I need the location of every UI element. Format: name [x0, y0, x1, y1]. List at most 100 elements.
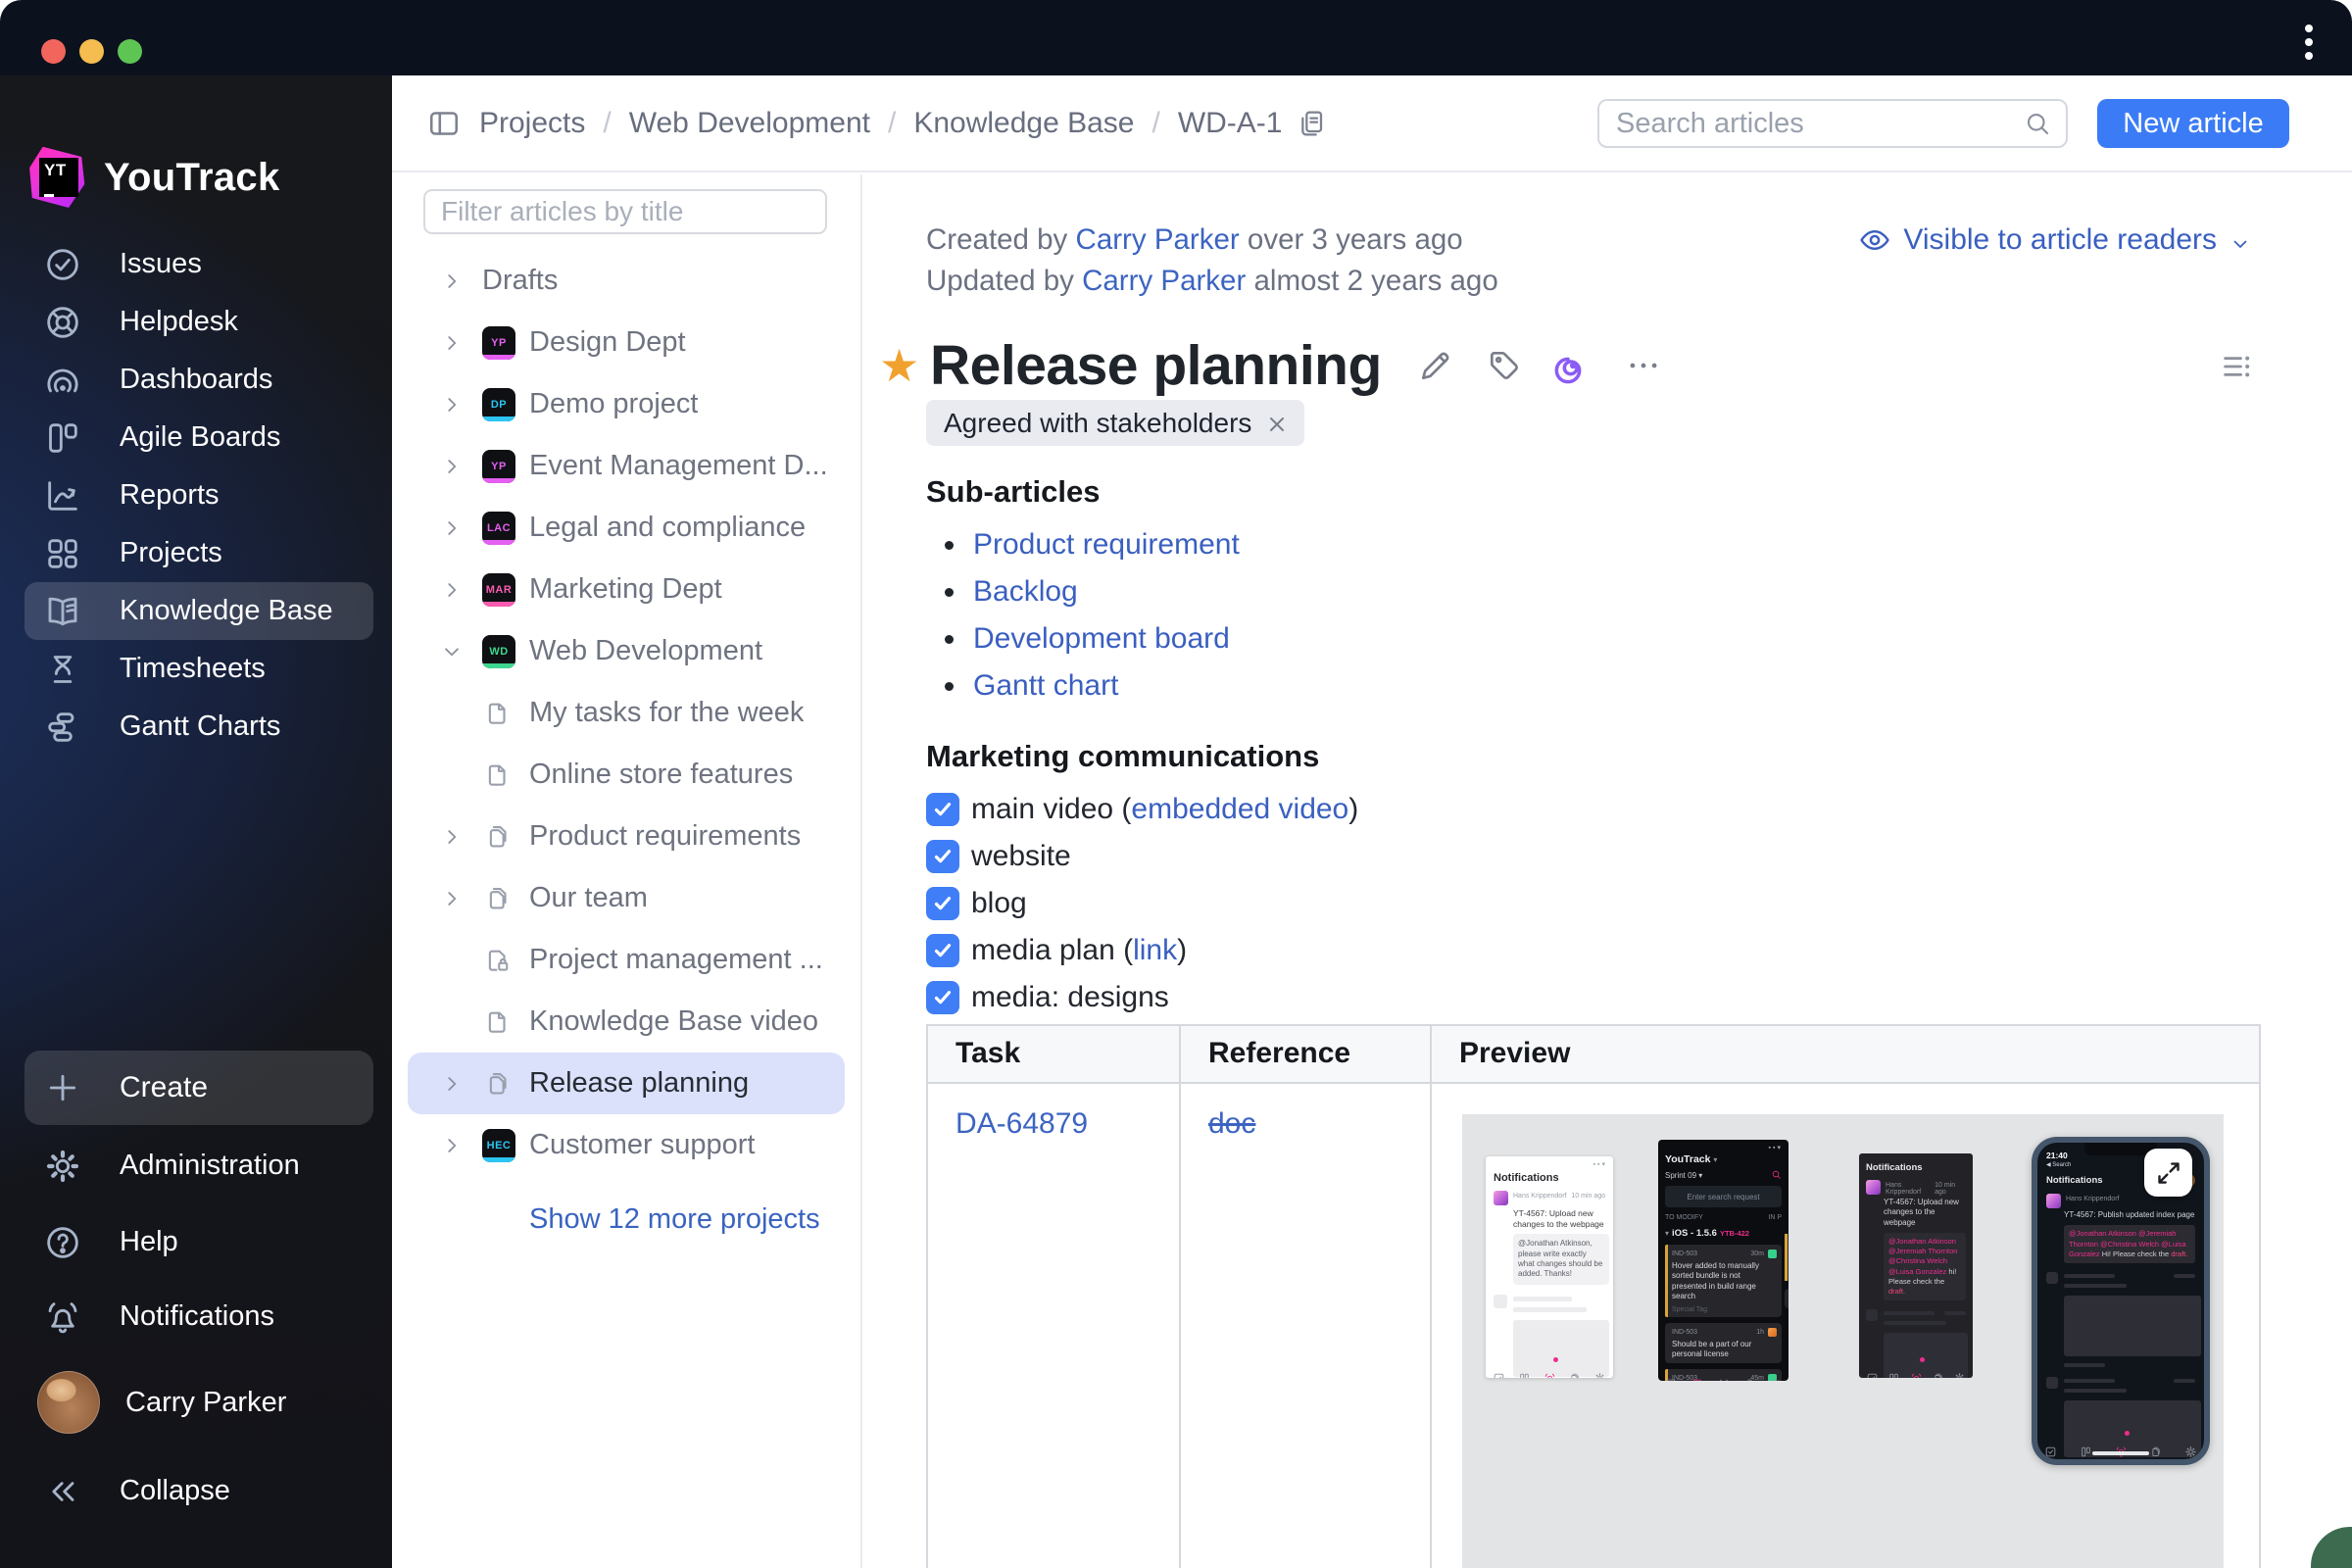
zoom-window-button[interactable]: [118, 39, 142, 64]
chevron-right-icon[interactable]: [439, 824, 465, 850]
chevron-down-icon[interactable]: [439, 639, 465, 664]
article-table: Task Reference Preview DA-64879 doc ▪▪▾ Not…: [926, 1024, 2261, 1568]
chevron-right-icon[interactable]: [439, 1133, 465, 1158]
checkbox-checked[interactable]: [926, 840, 959, 873]
subarticle-link[interactable]: Development board: [973, 622, 1230, 656]
agile-boards-icon: [43, 418, 82, 458]
table-of-contents-icon[interactable]: [2219, 347, 2258, 386]
sidebar-item-administration[interactable]: Administration: [0, 1137, 392, 1195]
remove-tag-icon[interactable]: [1265, 412, 1289, 435]
app-title: YouTrack: [104, 155, 280, 199]
task-link[interactable]: DA-64879: [956, 1107, 1088, 1140]
chevron-right-icon[interactable]: [439, 515, 465, 541]
search-input[interactable]: [1599, 107, 2023, 140]
chevron-right-icon[interactable]: [439, 330, 465, 356]
avatar: [37, 1371, 100, 1434]
breadcrumb-item[interactable]: Projects: [479, 107, 585, 140]
checkbox-checked[interactable]: [926, 934, 959, 967]
tag-pill[interactable]: Agreed with stakeholders: [926, 400, 1305, 446]
sidebar-item-knowledge-base[interactable]: Knowledge Base: [24, 582, 373, 640]
sidebar-item-label: Administration: [120, 1150, 300, 1181]
breadcrumb-separator: /: [1152, 106, 1160, 139]
panel-toggle-icon[interactable]: [426, 106, 462, 141]
search-icon[interactable]: [2023, 109, 2052, 138]
expand-preview-button[interactable]: [2144, 1149, 2192, 1197]
articles-icon: [482, 884, 529, 913]
checklist-label: media plan (link): [971, 934, 1188, 966]
marketing-heading: Marketing communications: [926, 739, 1320, 773]
chevron-right-icon[interactable]: [439, 454, 465, 479]
tree-item[interactable]: LAC Legal and compliance: [392, 497, 862, 559]
sidebar-item-reports[interactable]: Reports: [0, 466, 392, 524]
project-badge: YP: [482, 325, 515, 360]
close-window-button[interactable]: [41, 39, 66, 64]
updated-by-user-link[interactable]: Carry Parker: [1082, 265, 1246, 297]
tree-item-label: Design Dept: [529, 326, 686, 358]
create-button[interactable]: Create: [24, 1051, 373, 1125]
subarticle-item: Gantt chart: [926, 662, 2352, 710]
checkbox-checked[interactable]: [926, 887, 959, 920]
tree-item[interactable]: My tasks for the week: [392, 682, 862, 744]
reference-link[interactable]: doc: [1208, 1107, 1255, 1140]
sidebar-item-timesheets[interactable]: Timesheets: [0, 640, 392, 698]
chevron-right-icon[interactable]: [439, 269, 465, 294]
more-actions-icon[interactable]: [1625, 347, 1662, 384]
breadcrumb-item[interactable]: Knowledge Base: [913, 107, 1134, 140]
chevron-slot: [439, 824, 482, 850]
ai-assistant-icon[interactable]: [1554, 346, 1593, 385]
tree-item[interactable]: Online store features: [392, 744, 862, 806]
sidebar-item-label: Reports: [120, 479, 220, 511]
chevron-right-icon[interactable]: [439, 886, 465, 911]
sidebar-item-projects[interactable]: Projects: [0, 524, 392, 582]
subarticle-link[interactable]: Gantt chart: [973, 669, 1118, 703]
window-menu-kebab-icon[interactable]: [2299, 20, 2319, 65]
collapse-sidebar-button[interactable]: Collapse: [0, 1462, 392, 1520]
chevron-right-icon[interactable]: [439, 577, 465, 603]
tree-item[interactable]: Project management ...: [392, 929, 862, 991]
chevron-right-icon[interactable]: [439, 1071, 465, 1097]
checklist-link[interactable]: link: [1133, 934, 1177, 966]
tree-item-label: Marketing Dept: [529, 573, 722, 605]
tree-item[interactable]: Knowledge Base video: [392, 991, 862, 1053]
minimize-window-button[interactable]: [79, 39, 104, 64]
sidebar-item-agile-boards[interactable]: Agile Boards: [0, 409, 392, 466]
article-icon: [482, 699, 529, 728]
tree-item[interactable]: DP Demo project: [392, 373, 862, 435]
breadcrumb-item[interactable]: WD-A-1: [1178, 107, 1283, 140]
sidebar-item-helpdesk[interactable]: Helpdesk: [0, 293, 392, 351]
checkbox-checked[interactable]: [926, 981, 959, 1014]
sidebar-item-gantt-charts[interactable]: Gantt Charts: [0, 698, 392, 756]
subarticle-link[interactable]: Backlog: [973, 575, 1078, 609]
new-article-button[interactable]: New article: [2097, 99, 2289, 148]
tree-item[interactable]: WD Web Development: [392, 620, 862, 682]
created-by-user-link[interactable]: Carry Parker: [1076, 223, 1240, 256]
tree-item[interactable]: Our team: [392, 867, 862, 929]
tree-item[interactable]: HEC Customer support: [392, 1114, 862, 1176]
chevron-right-icon[interactable]: [439, 392, 465, 417]
checklist-link[interactable]: embedded video: [1131, 793, 1348, 825]
checkbox-checked[interactable]: [926, 793, 959, 826]
sidebar-item-issues[interactable]: Issues: [0, 235, 392, 293]
tree-item[interactable]: Release planning: [408, 1053, 845, 1114]
sidebar-item-dashboards[interactable]: Dashboards: [0, 351, 392, 409]
filter-articles-input[interactable]: [425, 196, 825, 227]
tag-icon[interactable]: [1486, 347, 1523, 384]
tree-item[interactable]: MAR Marketing Dept: [392, 559, 862, 620]
tree-item[interactable]: YP Event Management D...: [392, 435, 862, 497]
sidebar-item-notifications[interactable]: Notifications: [0, 1288, 392, 1346]
tree-item[interactable]: YP Design Dept: [392, 312, 862, 373]
breadcrumb-item[interactable]: Web Development: [629, 107, 870, 140]
visibility-dropdown[interactable]: Visible to article readers: [1858, 223, 2252, 257]
projects-icon: [43, 534, 82, 573]
user-profile[interactable]: Carry Parker: [0, 1371, 392, 1434]
subarticle-link[interactable]: Product requirement: [973, 528, 1240, 562]
show-more-projects-link[interactable]: Show 12 more projects: [529, 1203, 820, 1236]
copy-id-icon[interactable]: [1296, 108, 1327, 139]
sidebar-item-help[interactable]: Help: [0, 1213, 392, 1271]
app-logo[interactable]: YT YouTrack: [26, 147, 280, 208]
tree-item[interactable]: Drafts: [392, 250, 862, 312]
chevron-down-icon: [2229, 230, 2252, 254]
star-icon[interactable]: ★: [879, 343, 930, 388]
tree-item[interactable]: Product requirements: [392, 806, 862, 867]
edit-icon[interactable]: [1417, 347, 1454, 384]
